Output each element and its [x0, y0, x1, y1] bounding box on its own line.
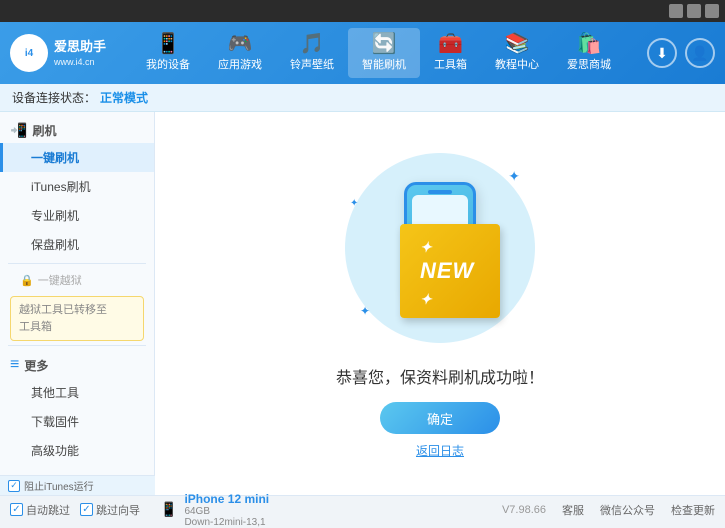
bottom-right: V7.98.66 客服 微信公众号 检查更新 — [502, 502, 715, 518]
nav-flash-label: 智能刷机 — [362, 56, 406, 72]
new-badge: NEW — [400, 224, 500, 318]
confirm-button[interactable]: 确定 — [380, 402, 500, 434]
device-model: Down-12mini-13,1 — [184, 517, 269, 528]
logo-area: i4 爱思助手 www.i4.cn — [10, 34, 110, 72]
wechat-link[interactable]: 微信公众号 — [600, 502, 655, 518]
flash-group-icon: 📲 — [10, 122, 27, 139]
nav-apps-label: 应用游戏 — [218, 56, 262, 72]
tutorial-icon: 📚 — [505, 34, 530, 54]
sidebar-divider-2 — [8, 345, 146, 346]
sidebar-item-download-firmware[interactable]: 下载固件 — [0, 407, 154, 436]
nav-toolbox-label: 工具箱 — [434, 56, 467, 72]
sidebar-item-save-flash[interactable]: 保盘刷机 — [0, 230, 154, 259]
nav-my-device-label: 我的设备 — [146, 56, 190, 72]
logo-icon: i4 — [10, 34, 48, 72]
success-message: 恭喜您，保资料刷机成功啦！ — [336, 364, 544, 388]
back-link[interactable]: 返回日志 — [416, 442, 464, 459]
flash-icon: 🔄 — [372, 34, 397, 54]
nav-toolbox[interactable]: 🧰 工具箱 — [420, 28, 481, 78]
auto-jump-checkbox-box: ✓ — [10, 503, 23, 516]
itunes-bar: ✓ 阻止iTunes运行 — [0, 475, 155, 495]
sidebar-group-flash: 📲 刷机 — [0, 116, 154, 143]
nav-store-label: 爱思商城 — [567, 56, 611, 72]
app-website: www.i4.cn — [54, 56, 106, 69]
sidebar-item-advanced[interactable]: 高级功能 — [0, 436, 154, 465]
itunes-checkbox-box[interactable]: ✓ — [8, 480, 20, 492]
more-group-icon: ≡ — [10, 356, 19, 374]
auto-jump-label: 自动跳过 — [26, 502, 70, 518]
device-name: iPhone 12 mini — [184, 492, 269, 506]
header-actions: ⬇ 👤 — [647, 38, 715, 68]
locked-label: 一键越狱 — [38, 272, 82, 288]
sidebar-group-flash-label: 刷机 — [32, 122, 56, 139]
device-icon: 📱 — [156, 34, 181, 54]
phone-illustration: ✦ ✦ ✦ NEW — [340, 148, 540, 348]
nav-my-device[interactable]: 📱 我的设备 — [132, 28, 204, 78]
sidebar-divider-1 — [8, 263, 146, 264]
skip-wizard-checkbox[interactable]: ✓ 跳过向导 — [80, 502, 140, 518]
sidebar-item-itunes-flash[interactable]: iTunes刷机 — [0, 172, 154, 201]
ringtones-icon: 🎵 — [300, 34, 325, 54]
device-storage: 64GB — [184, 506, 269, 517]
nav-smart-flash[interactable]: 🔄 智能刷机 — [348, 28, 420, 78]
nav-tutorial[interactable]: 📚 教程中心 — [481, 28, 553, 78]
status-value: 正常模式 — [100, 89, 148, 106]
itunes-label: 阻止iTunes运行 — [24, 478, 94, 493]
toolbox-icon: 🧰 — [438, 34, 463, 54]
status-label: 设备连接状态： — [12, 89, 96, 106]
status-bar: 设备连接状态： 正常模式 — [0, 84, 725, 112]
sidebar-group-more: ≡ 更多 — [0, 350, 154, 378]
nav-apps-games[interactable]: 🎮 应用游戏 — [204, 28, 276, 78]
sidebar-notice: 越狱工具已转移至 工具箱 — [10, 296, 144, 341]
sidebar-group-more-label: 更多 — [24, 357, 48, 374]
nav-bar: 📱 我的设备 🎮 应用游戏 🎵 铃声壁纸 🔄 智能刷机 🧰 工具箱 📚 教程中心… — [110, 28, 647, 78]
nav-ringtones-label: 铃声壁纸 — [290, 56, 334, 72]
auto-jump-checkbox[interactable]: ✓ 自动跳过 — [10, 502, 70, 518]
skip-wizard-label: 跳过向导 — [96, 502, 140, 518]
content-area: ✦ ✦ ✦ NEW 恭喜您，保资料刷机成功啦！ 确定 返回日志 — [155, 112, 725, 495]
device-icon-small: 📱 — [160, 501, 177, 518]
nav-tutorial-label: 教程中心 — [495, 56, 539, 72]
store-icon: 🛍️ — [577, 34, 602, 54]
sidebar-item-pro-flash[interactable]: 专业刷机 — [0, 201, 154, 230]
bottom-bar: ✓ 自动跳过 ✓ 跳过向导 📱 iPhone 12 mini 64GB Down… — [0, 495, 725, 523]
minimize-button[interactable] — [669, 4, 683, 18]
notice-text: 越狱工具已转移至 工具箱 — [19, 304, 107, 333]
sparkle-3: ✦ — [360, 304, 370, 318]
main-layout: 📲 刷机 一键刷机 iTunes刷机 专业刷机 保盘刷机 🔒 一键越狱 越狱工具… — [0, 112, 725, 495]
bottom-left: ✓ 自动跳过 ✓ 跳过向导 📱 iPhone 12 mini 64GB Down… — [10, 492, 502, 528]
apps-icon: 🎮 — [228, 34, 253, 54]
download-button[interactable]: ⬇ — [647, 38, 677, 68]
sidebar-item-other-tools[interactable]: 其他工具 — [0, 378, 154, 407]
sparkle-2: ✦ — [350, 198, 358, 209]
customer-service-link[interactable]: 客服 — [562, 502, 584, 518]
header: i4 爱思助手 www.i4.cn 📱 我的设备 🎮 应用游戏 🎵 铃声壁纸 🔄… — [0, 22, 725, 84]
titlebar — [0, 0, 725, 22]
sidebar-item-one-click-flash[interactable]: 一键刷机 — [0, 143, 154, 172]
nav-store[interactable]: 🛍️ 爱思商城 — [553, 28, 625, 78]
maximize-button[interactable] — [687, 4, 701, 18]
close-button[interactable] — [705, 4, 719, 18]
device-section: 📱 iPhone 12 mini 64GB Down-12mini-13,1 — [160, 492, 269, 528]
version-text: V7.98.66 — [502, 504, 546, 516]
nav-ringtones[interactable]: 🎵 铃声壁纸 — [276, 28, 348, 78]
check-update-link[interactable]: 检查更新 — [671, 502, 715, 518]
sidebar-locked-jailbreak: 🔒 一键越狱 — [0, 268, 154, 292]
device-info: iPhone 12 mini 64GB Down-12mini-13,1 — [184, 492, 269, 528]
phone-speaker — [428, 190, 452, 194]
lock-icon: 🔒 — [20, 274, 34, 287]
sidebar: 📲 刷机 一键刷机 iTunes刷机 专业刷机 保盘刷机 🔒 一键越狱 越狱工具… — [0, 112, 155, 495]
skip-wizard-checkbox-box: ✓ — [80, 503, 93, 516]
user-button[interactable]: 👤 — [685, 38, 715, 68]
sparkle-1: ✦ — [508, 168, 520, 185]
app-name: 爱思助手 — [54, 38, 106, 56]
